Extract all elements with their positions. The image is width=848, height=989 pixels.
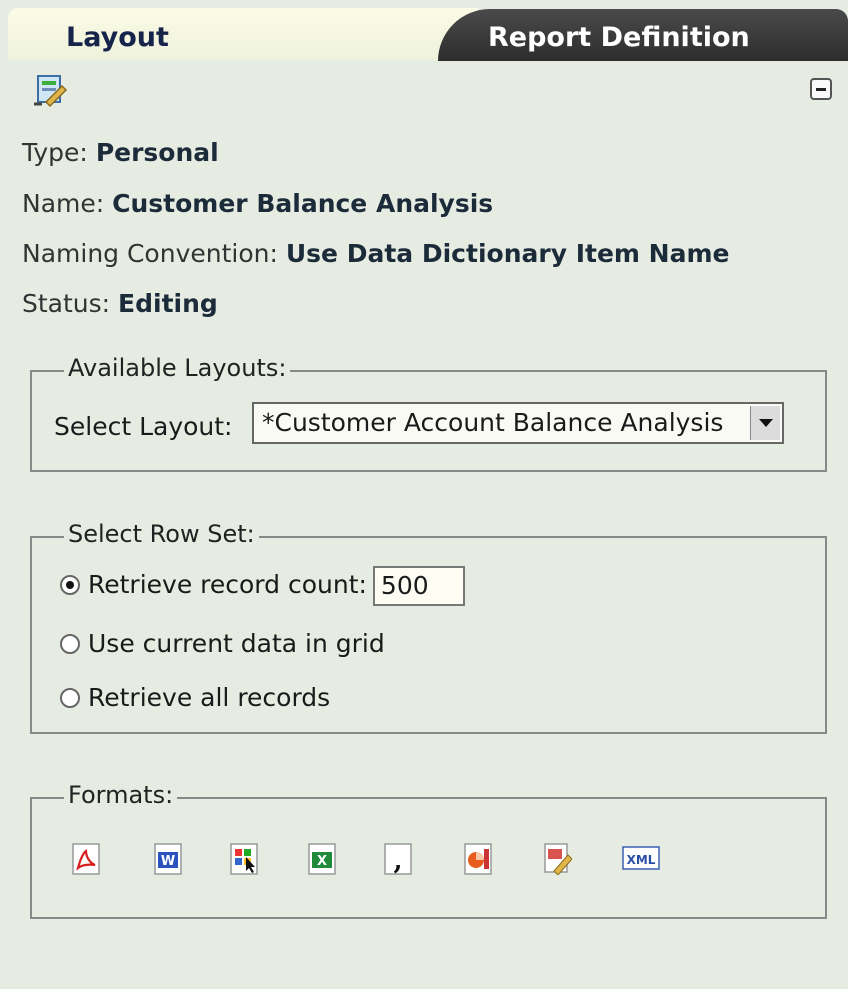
type-value: Personal — [95, 138, 219, 167]
chevron-down-icon[interactable] — [750, 406, 780, 440]
word-icon[interactable]: W — [154, 843, 182, 875]
row-set-option-all-records[interactable]: Retrieve all records — [60, 683, 330, 712]
formats-legend: Formats: — [64, 781, 178, 809]
record-count-input[interactable]: 500 — [372, 566, 465, 606]
radio-current-data[interactable] — [60, 634, 80, 654]
radio-record-count[interactable] — [60, 575, 80, 595]
tab-layout[interactable]: Layout — [8, 8, 478, 60]
available-layouts-group: Available Layouts: Select Layout: *Custo… — [30, 354, 827, 472]
row-set-legend: Select Row Set: — [64, 520, 259, 548]
xml-icon[interactable]: XML — [622, 843, 662, 875]
radio-record-count-label: Retrieve record count: — [88, 570, 367, 599]
naming-convention-line: Naming Convention: Use Data Dictionary I… — [22, 239, 729, 268]
interactive-icon[interactable] — [230, 843, 258, 875]
row-set-option-record-count[interactable]: Retrieve record count: 500 — [60, 566, 465, 606]
pdf-icon[interactable] — [72, 843, 100, 875]
radio-all-records-label: Retrieve all records — [88, 683, 331, 712]
select-layout-label: Select Layout: — [54, 412, 233, 441]
csv-icon[interactable]: , — [384, 843, 412, 875]
radio-all-records[interactable] — [60, 688, 80, 708]
type-line: Type: Personal — [22, 138, 219, 167]
svg-text:XML: XML — [627, 853, 656, 867]
report-layout-panel: Layout Report Definition Type: Personal … — [0, 0, 848, 989]
type-label: Type: — [22, 138, 88, 167]
name-label: Name: — [22, 189, 105, 218]
available-layouts-legend: Available Layouts: — [64, 354, 291, 382]
radio-current-data-label: Use current data in grid — [88, 629, 385, 658]
edit-icon[interactable] — [544, 843, 572, 875]
status-label: Status: — [22, 289, 111, 318]
select-layout-dropdown[interactable]: *Customer Account Balance Analysis — [252, 402, 784, 444]
naming-convention-value: Use Data Dictionary Item Name — [285, 239, 730, 268]
name-line: Name: Customer Balance Analysis — [22, 189, 493, 218]
svg-text:,: , — [393, 846, 402, 875]
status-line: Status: Editing — [22, 289, 218, 318]
powerpoint-icon[interactable] — [464, 843, 492, 875]
excel-icon[interactable]: X — [308, 843, 336, 875]
naming-convention-label: Naming Convention: — [22, 239, 278, 268]
svg-text:W: W — [161, 854, 175, 869]
row-set-option-current-data[interactable]: Use current data in grid — [60, 629, 385, 658]
svg-text:X: X — [317, 854, 327, 869]
status-value: Editing — [118, 289, 218, 318]
row-set-group: Select Row Set: Retrieve record count: 50… — [30, 520, 827, 734]
tab-report-definition-label: Report Definition — [488, 22, 750, 53]
name-value: Customer Balance Analysis — [112, 189, 494, 218]
select-layout-value: *Customer Account Balance Analysis — [262, 408, 724, 437]
collapse-button[interactable] — [810, 78, 832, 100]
tab-report-definition[interactable]: Report Definition — [438, 9, 848, 61]
tab-layout-label: Layout — [66, 22, 169, 53]
formats-group: Formats: W X , XML — [30, 781, 827, 919]
layout-designer-icon[interactable] — [32, 72, 68, 108]
